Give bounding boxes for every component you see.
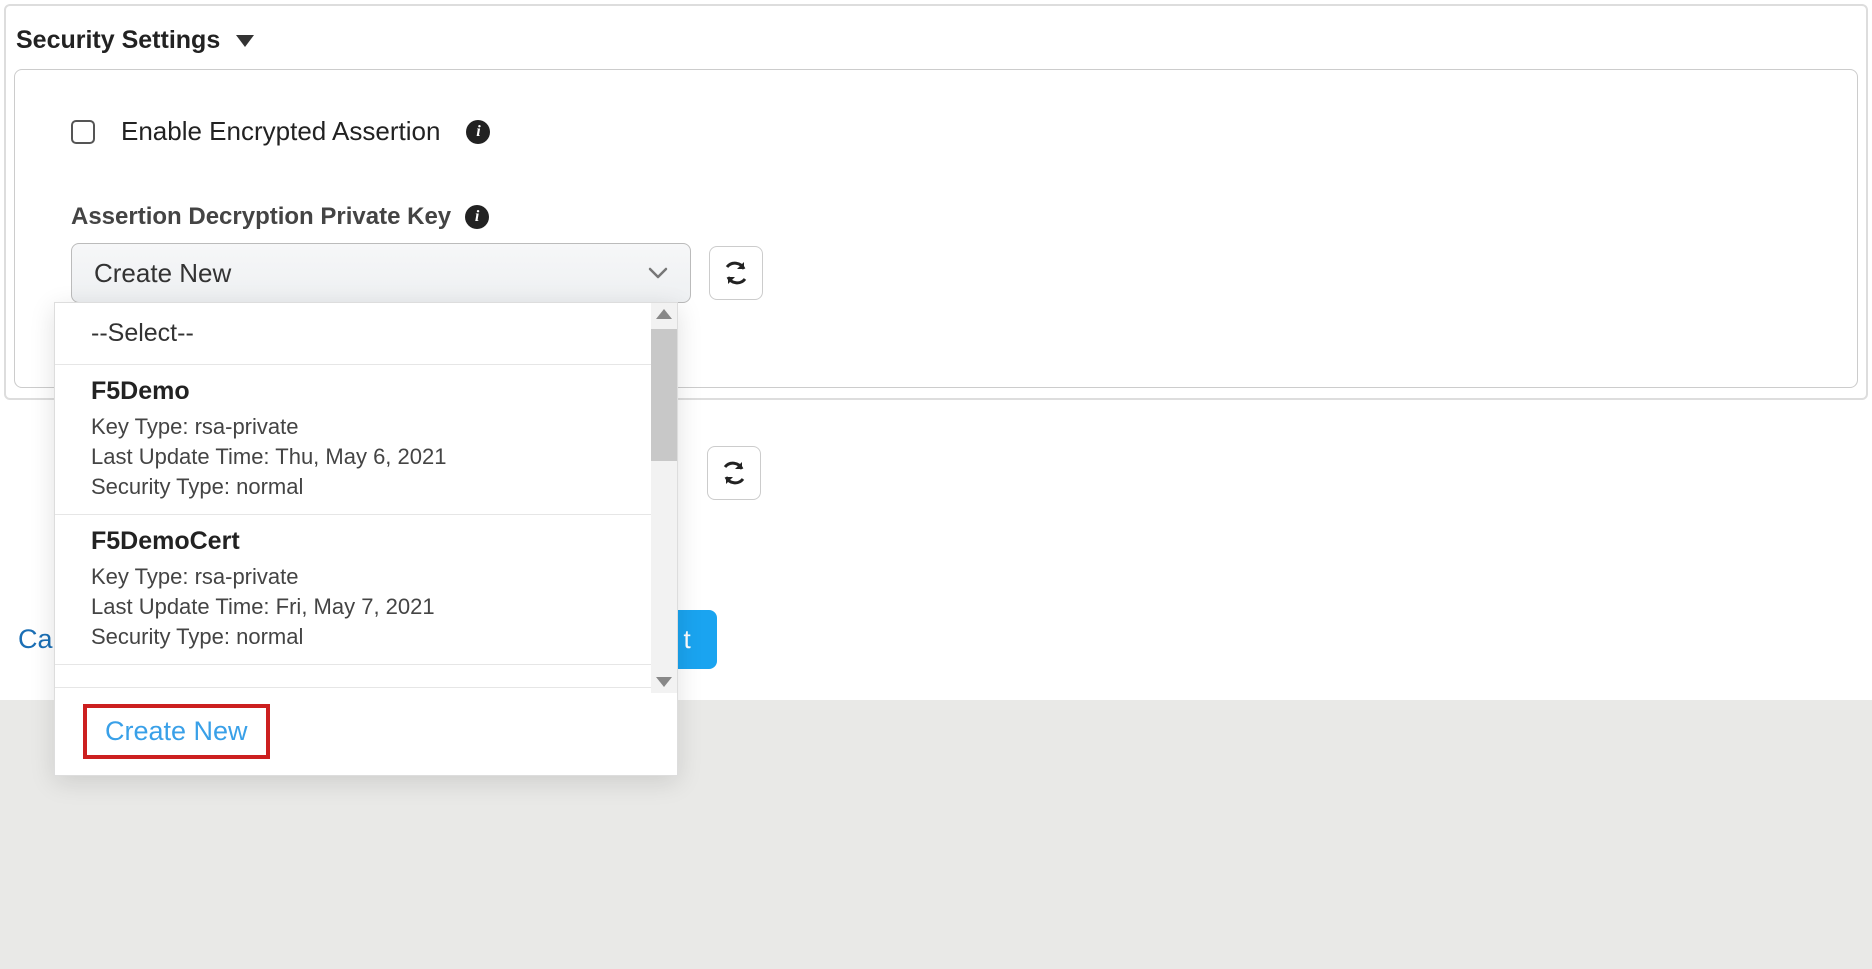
meta-label: Last Update Time: [91,444,270,469]
dropdown-option-meta: Key Type: rsa-private [91,564,641,590]
enable-encrypted-assertion-checkbox[interactable] [71,120,95,144]
dropdown-option-name: F5Demo [91,377,641,406]
info-icon[interactable]: i [466,120,490,144]
scroll-thumb[interactable] [651,329,677,461]
meta-value: rsa-private [195,414,299,439]
dropdown-option-meta: Last Update Time: Fri, May 7, 2021 [91,594,641,620]
assertion-key-selected-value: Create New [94,258,231,289]
dropdown-option-placeholder[interactable]: --Select-- [55,303,677,365]
scroll-down-icon[interactable] [656,677,672,687]
meta-value: Fri, May 7, 2021 [276,594,435,619]
enable-encrypted-assertion-label: Enable Encrypted Assertion [121,116,440,147]
dropdown-option-meta: Key Type: rsa-private [91,414,641,440]
info-icon[interactable]: i [465,205,489,229]
caret-down-icon [236,35,254,47]
dropdown-scroll: --Select-- F5Demo Key Type: rsa-private … [55,303,677,687]
meta-value: normal [236,624,303,649]
create-new-button[interactable]: Create New [83,704,270,759]
enable-encrypted-assertion-row: Enable Encrypted Assertion i [71,116,1809,147]
meta-value: normal [236,474,303,499]
scroll-up-icon[interactable] [656,309,672,319]
dropdown-option[interactable]: F5DemoCert Key Type: rsa-private Last Up… [55,515,677,665]
assertion-key-label-row: Assertion Decryption Private Key i [71,203,1809,231]
meta-label: Security Type: [91,474,230,499]
dropdown-scrollbar[interactable] [651,303,677,693]
assertion-key-dropdown: --Select-- F5Demo Key Type: rsa-private … [54,302,678,776]
chevron-down-icon [648,266,668,280]
dropdown-create-new-row: Create New [55,687,677,775]
dropdown-placeholder-text: --Select-- [91,319,194,347]
security-settings-header[interactable]: Security Settings [14,26,1858,69]
refresh-button[interactable] [707,446,761,500]
refresh-button[interactable] [709,246,763,300]
meta-value: Thu, May 6, 2021 [275,444,446,469]
dropdown-option-name: F5DemoCert [91,527,641,556]
dropdown-option[interactable]: F5Demo Key Type: rsa-private Last Update… [55,365,677,515]
dropdown-option-meta: Security Type: normal [91,474,641,500]
meta-label: Last Update Time: [91,594,270,619]
assertion-key-select[interactable]: Create New [71,243,691,303]
dropdown-option-truncated[interactable] [55,665,677,687]
assertion-key-select-row: Create New [71,243,1809,303]
dropdown-option-meta: Security Type: normal [91,624,641,650]
meta-label: Key Type: [91,414,188,439]
meta-value: rsa-private [195,564,299,589]
assertion-key-label: Assertion Decryption Private Key [71,203,451,231]
meta-label: Security Type: [91,624,230,649]
meta-label: Key Type: [91,564,188,589]
dropdown-option-meta: Last Update Time: Thu, May 6, 2021 [91,444,641,470]
section-title: Security Settings [16,26,220,55]
